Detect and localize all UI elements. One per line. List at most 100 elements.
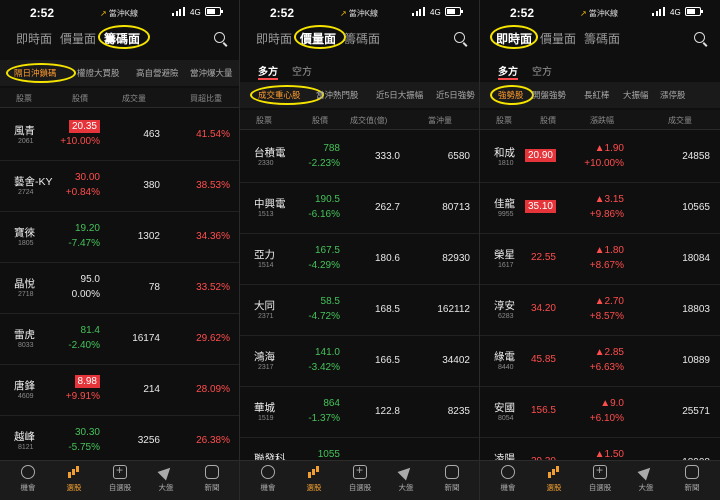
column-header[interactable]: 股價 — [312, 115, 328, 126]
tab-price-volume[interactable]: 價量面 — [60, 30, 96, 47]
stock-name: 藝舍-KY — [14, 176, 53, 188]
category-tab[interactable]: 近5日強勢 — [436, 89, 475, 101]
table-row[interactable]: 鴻海 2317 141.0 -3.42% 166.5 34402 — [240, 336, 479, 387]
tab-short[interactable]: 空方 — [532, 63, 552, 78]
table-row[interactable]: 亞力 1514 167.5 -4.29% 180.6 82930 — [240, 234, 479, 285]
stock-code: 8033 — [18, 342, 34, 349]
search-icon[interactable] — [214, 32, 228, 46]
table-row[interactable]: 雷虎 8033 81.4 -2.40% 16174 29.62% — [0, 314, 239, 365]
stock-price: 81.4 — [81, 325, 100, 336]
stock-name: 唐鋒 — [14, 380, 35, 392]
column-header: 股票 — [16, 94, 32, 103]
volume-value: 180.6 — [374, 253, 400, 264]
category-tab[interactable]: 漲停股 — [660, 89, 686, 101]
table-row[interactable]: 榮星 1617 22.55 ▲1.80 +8.67% 18084 — [480, 234, 720, 285]
buy-ratio: 33.52% — [196, 282, 230, 293]
table-row[interactable]: 綠電 8440 45.85 ▲2.85 +6.63% 10889 — [480, 336, 720, 387]
bottom-nav-item[interactable]: 新聞 — [672, 465, 712, 493]
bottom-nav-item[interactable]: 大盤 — [146, 465, 186, 493]
column-header[interactable]: 成交量 — [122, 93, 146, 104]
bottom-nav-item[interactable]: 自選股 — [340, 463, 380, 493]
status-app-name: ↗ 當沖K線 — [340, 8, 378, 19]
bottom-nav-item[interactable]: 大盤 — [626, 465, 666, 493]
tab-chips[interactable]: 籌碼面 — [584, 30, 620, 47]
change-amount: ▲1.80 — [594, 245, 624, 256]
table-row[interactable]: 晶悅 2718 95.0 0.00% 78 33.52% — [0, 263, 239, 314]
bottom-nav-item[interactable]: 新聞 — [192, 465, 232, 493]
daytrade-volume: 162112 — [437, 304, 470, 315]
search-icon[interactable] — [454, 32, 468, 46]
table-row[interactable]: 華城 1519 864 -1.37% 122.8 8235 — [240, 387, 479, 438]
highlight-circle — [98, 25, 150, 49]
stock-price: 22.55 — [531, 252, 556, 263]
category-tab[interactable]: 當沖爆大量 — [190, 67, 233, 79]
change-percent: -2.23% — [308, 158, 340, 169]
buy-ratio: 28.09% — [196, 384, 230, 395]
category-tab[interactable]: 長紅棒 — [584, 89, 610, 101]
column-header[interactable]: 當沖量 — [428, 115, 452, 126]
category-tab[interactable]: 當沖熱門股 — [316, 89, 359, 101]
tab-long[interactable]: 多方 — [258, 63, 278, 78]
category-tab[interactable]: 近5日大振幅 — [376, 89, 423, 101]
bottom-nav-item[interactable]: 自選股 — [580, 463, 620, 493]
table-row[interactable]: 風青 2061 20.35 +10.00% 463 41.54% — [0, 110, 239, 161]
column-header[interactable]: 成交量 — [668, 115, 692, 126]
bottom-nav-item[interactable]: 大盤 — [386, 465, 426, 493]
table-row[interactable]: 和成 1810 20.90 ▲1.90 +10.00% 24858 — [480, 132, 720, 183]
bottom-nav: 機會 選股 自選股 大盤 新聞 — [240, 460, 479, 500]
table-row[interactable]: 安國 8054 156.5 ▲9.0 +6.10% 25571 — [480, 387, 720, 438]
category-tab[interactable]: 高自營避險 — [136, 67, 179, 79]
stock-name: 晶悅 — [14, 278, 35, 290]
column-header[interactable]: 股價 — [72, 93, 88, 104]
table-row[interactable]: 台積電 2330 788 -2.23% 333.0 6580 — [240, 132, 479, 183]
bottom-nav-item[interactable]: 自選股 — [100, 463, 140, 493]
tab-realtime[interactable]: 即時面 — [256, 30, 292, 47]
table-row[interactable]: 佳龍 9955 35.10 ▲3.15 +9.86% 10565 — [480, 183, 720, 234]
bottom-nav-item[interactable]: 選股 — [54, 465, 94, 493]
highlight-circle — [294, 25, 346, 49]
table-row[interactable]: 唐鋒 4609 8.98 +9.91% 214 28.09% — [0, 365, 239, 416]
column-header[interactable]: 股價 — [540, 115, 556, 126]
change-percent: -1.37% — [308, 413, 340, 424]
column-header[interactable]: 漲跌幅 — [590, 115, 614, 126]
bottom-nav-item[interactable]: 新聞 — [432, 465, 472, 493]
table-row[interactable]: 寶徠 1805 19.20 -7.47% 1302 34.36% — [0, 212, 239, 263]
bottom-nav-item[interactable]: 機會 — [248, 465, 288, 493]
category-tab[interactable]: 開盤強勢 — [532, 89, 566, 101]
price-value: 141.0 — [314, 347, 340, 358]
bottom-nav-label: 選股 — [306, 483, 322, 492]
change-percent: 0.00% — [71, 289, 100, 300]
change-amount: ▲2.85 — [594, 347, 624, 358]
bottom-nav-item[interactable]: 機會 — [8, 465, 48, 493]
table-row[interactable]: 淳安 6283 34.20 ▲2.70 +8.57% 18803 — [480, 285, 720, 336]
tab-long[interactable]: 多方 — [498, 63, 518, 78]
bottom-nav-item[interactable]: 機會 — [488, 465, 528, 493]
tab-realtime[interactable]: 即時面 — [16, 30, 52, 47]
search-icon[interactable] — [694, 32, 708, 46]
stock-name: 亞力 — [254, 249, 275, 261]
category-tab[interactable]: 大振幅 — [623, 89, 649, 101]
highlight-circle — [490, 85, 534, 105]
price-value: 20.90 — [524, 149, 556, 162]
bottom-nav-item[interactable]: 選股 — [294, 465, 334, 493]
table-row[interactable]: 中興電 1513 190.5 -6.16% 262.7 80713 — [240, 183, 479, 234]
app-name-text: 當沖K線 — [348, 9, 379, 18]
tab-chips[interactable]: 籌碼面 — [344, 30, 380, 47]
price-value: 190.5 — [314, 194, 340, 205]
bottom-nav-label: 選股 — [546, 483, 562, 492]
tab-short[interactable]: 空方 — [292, 63, 312, 78]
active-underline — [498, 78, 518, 80]
top-nav: 即時面 價量面 籌碼面 — [240, 25, 479, 52]
column-header[interactable]: 成交值(億) — [350, 115, 387, 126]
category-tab[interactable]: 權證大買股 — [77, 67, 120, 79]
column-header[interactable]: 買超比重 — [190, 93, 222, 104]
stock-name: 寶徠 — [14, 227, 35, 239]
battery-icon — [205, 7, 223, 16]
table-row[interactable]: 藝舍-KY 2724 30.00 +0.84% 380 38.53% — [0, 161, 239, 212]
table-row[interactable]: 大同 2371 58.5 -4.72% 168.5 162112 — [240, 285, 479, 336]
tab-price-volume[interactable]: 價量面 — [540, 30, 576, 47]
bottom-nav-item[interactable]: 選股 — [534, 465, 574, 493]
bottom-nav-label: 新聞 — [204, 483, 220, 492]
volume-value: 122.8 — [374, 406, 400, 417]
change-percent: +8.67% — [589, 260, 624, 271]
